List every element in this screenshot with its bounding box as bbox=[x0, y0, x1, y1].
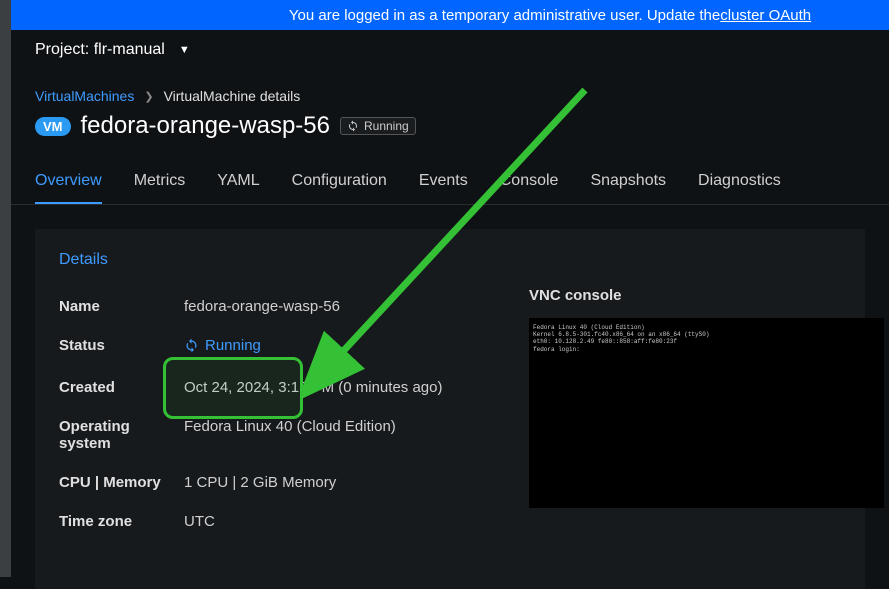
status-running: Running bbox=[184, 337, 261, 354]
detail-value: Oct 24, 2024, 3:15 PM (0 minutes ago) bbox=[184, 379, 442, 396]
chevron-down-icon: ▼ bbox=[179, 44, 190, 56]
detail-row: Time zoneUTC bbox=[59, 502, 489, 541]
detail-label: CPU | Memory bbox=[59, 474, 184, 491]
detail-label: Created bbox=[59, 379, 184, 396]
sync-icon bbox=[347, 120, 359, 132]
detail-row: Status Running bbox=[59, 326, 489, 368]
main-content: Project: flr-manual ▼ VirtualMachines ❯ … bbox=[11, 30, 889, 577]
detail-label: Time zone bbox=[59, 513, 184, 530]
breadcrumb-parent[interactable]: VirtualMachines bbox=[35, 88, 134, 104]
detail-value: Running bbox=[184, 337, 261, 357]
detail-row: CreatedOct 24, 2024, 3:15 PM (0 minutes … bbox=[59, 368, 489, 407]
detail-label: Name bbox=[59, 298, 184, 315]
page-title-row: VM fedora-orange-wasp-56 Running bbox=[11, 108, 889, 164]
detail-label: Operating system bbox=[59, 418, 184, 452]
detail-row: Operating systemFedora Linux 40 (Cloud E… bbox=[59, 407, 489, 463]
detail-value: fedora-orange-wasp-56 bbox=[184, 298, 340, 315]
vm-badge: VM bbox=[35, 117, 71, 136]
sync-icon bbox=[184, 338, 199, 353]
admin-warning-banner: You are logged in as a temporary adminis… bbox=[11, 0, 889, 30]
detail-label: Status bbox=[59, 337, 184, 357]
detail-value: 1 CPU | 2 GiB Memory bbox=[184, 474, 336, 491]
tab-events[interactable]: Events bbox=[419, 164, 468, 204]
project-value: flr-manual bbox=[94, 41, 165, 59]
tab-yaml[interactable]: YAML bbox=[217, 164, 259, 204]
tab-diagnostics[interactable]: Diagnostics bbox=[698, 164, 781, 204]
vnc-line: eth0: 10.128.2.49 fe80::858:aff:fe80:23f bbox=[533, 338, 880, 345]
vnc-line: Fedora Linux 40 (Cloud Edition) bbox=[533, 324, 880, 331]
tab-bar: Overview Metrics YAML Configuration Events Co… bbox=[11, 164, 889, 205]
window-border-left bbox=[0, 0, 11, 577]
chevron-right-icon: ❯ bbox=[144, 90, 153, 103]
detail-value: Fedora Linux 40 (Cloud Edition) bbox=[184, 418, 396, 452]
project-selector[interactable]: Project: flr-manual ▼ bbox=[11, 30, 889, 70]
details-panel: Details Namefedora-orange-wasp-56 Status R… bbox=[35, 229, 865, 589]
tab-console[interactable]: Console bbox=[500, 164, 559, 204]
vnc-line: fedora login: bbox=[533, 346, 880, 353]
banner-text: You are logged in as a temporary adminis… bbox=[289, 7, 720, 24]
vnc-line: Kernel 6.8.5-301.fc40.x86_64 on an x86_6… bbox=[533, 331, 880, 338]
tab-metrics[interactable]: Metrics bbox=[134, 164, 186, 204]
project-label: Project: bbox=[35, 41, 89, 59]
page-title: fedora-orange-wasp-56 bbox=[81, 112, 330, 140]
details-kv-list: Namefedora-orange-wasp-56 Status Running Cr… bbox=[59, 287, 489, 541]
banner-oauth-link[interactable]: cluster OAuth bbox=[720, 7, 811, 24]
tab-overview[interactable]: Overview bbox=[35, 164, 102, 204]
detail-row: Namefedora-orange-wasp-56 bbox=[59, 287, 489, 326]
tab-configuration[interactable]: Configuration bbox=[292, 164, 387, 204]
breadcrumb-current: VirtualMachine details bbox=[164, 88, 301, 104]
status-badge: Running bbox=[340, 117, 416, 135]
detail-row: CPU | Memory1 CPU | 2 GiB Memory bbox=[59, 463, 489, 502]
vnc-title: VNC console bbox=[529, 287, 884, 304]
details-section-title[interactable]: Details bbox=[35, 229, 865, 287]
vnc-console[interactable]: Fedora Linux 40 (Cloud Edition)Kernel 6.… bbox=[529, 318, 884, 508]
vnc-section: VNC console Fedora Linux 40 (Cloud Editi… bbox=[529, 287, 884, 541]
status-text: Running bbox=[205, 337, 261, 354]
status-text: Running bbox=[364, 119, 409, 133]
tab-snapshots[interactable]: Snapshots bbox=[590, 164, 666, 204]
detail-value: UTC bbox=[184, 513, 215, 530]
breadcrumb: VirtualMachines ❯ VirtualMachine details bbox=[11, 70, 889, 108]
